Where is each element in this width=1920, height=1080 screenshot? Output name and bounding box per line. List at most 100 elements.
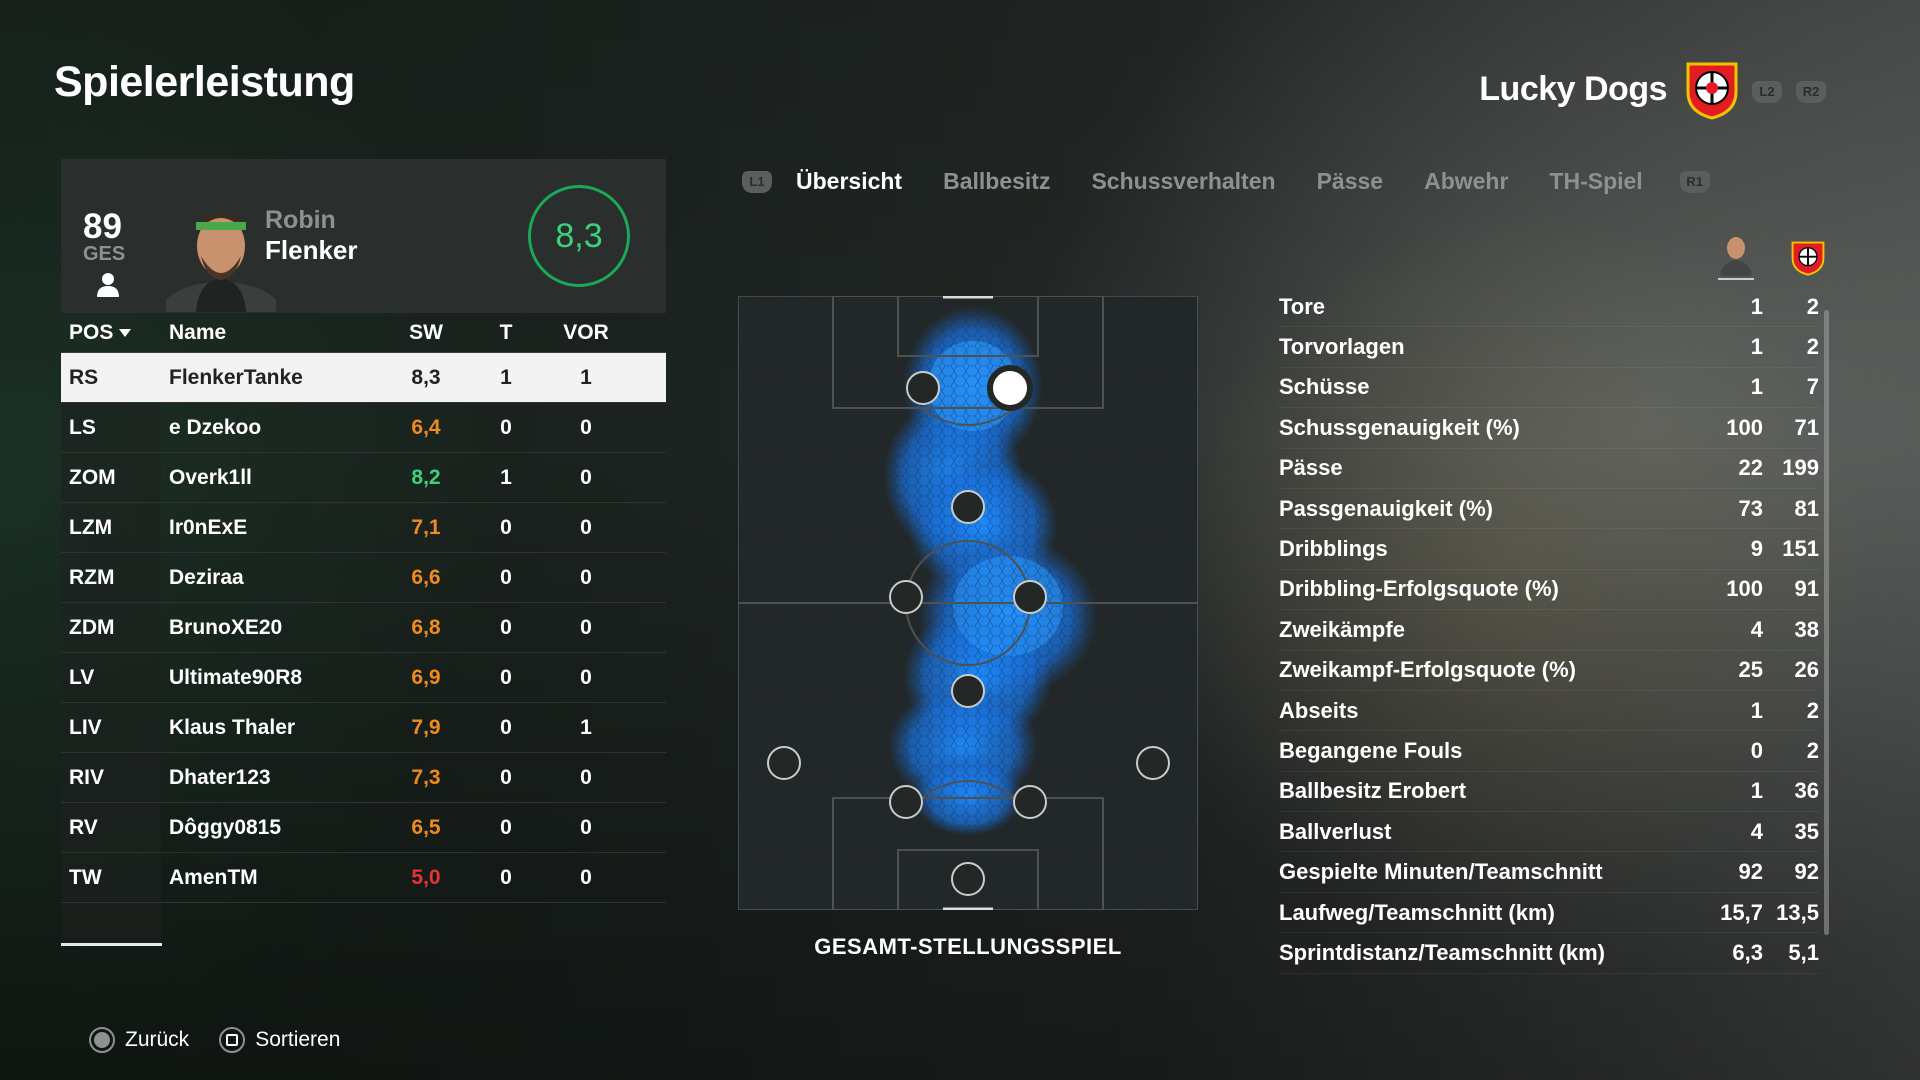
- row-position: LIV: [69, 715, 102, 739]
- row-goals: 0: [500, 615, 512, 639]
- row-rating: 6,5: [411, 815, 441, 839]
- stats-list: Tore 1 2 Torvorlagen 1 2 Schüsse 1 7 Schussgenaui…: [1279, 287, 1819, 974]
- row-assists: 0: [580, 415, 592, 439]
- table-row[interactable]: RZM Deziraa 6,6 0 0: [61, 553, 666, 603]
- row-goals: 1: [500, 365, 512, 389]
- stat-label: Begangene Fouls: [1279, 737, 1463, 763]
- row-assists: 0: [580, 465, 592, 489]
- r2-button-hint[interactable]: R2: [1796, 81, 1826, 103]
- stat-player-value: 0: [1750, 737, 1763, 763]
- row-player-name: Dôggy0815: [169, 815, 282, 839]
- stats-scrollbar[interactable]: [1824, 310, 1829, 935]
- row-player-name: AmenTM: [169, 865, 258, 889]
- row-goals: 1: [500, 465, 512, 489]
- l2-button-hint[interactable]: L2: [1752, 81, 1782, 103]
- player-marker: [951, 862, 985, 896]
- t-column-header[interactable]: T: [466, 321, 546, 345]
- row-position: RIV: [69, 765, 105, 789]
- stat-row: Torvorlagen 1 2: [1279, 327, 1819, 368]
- row-player-name: e Dzekoo: [169, 415, 262, 439]
- row-goals: 0: [500, 865, 512, 889]
- table-row[interactable]: RV Dôggy0815 6,5 0 0: [61, 803, 666, 853]
- pitch-caption: GESAMT-STELLUNGSSPIEL: [814, 934, 1122, 959]
- tab-abwehr[interactable]: Abwehr: [1424, 168, 1508, 195]
- team-name: Lucky Dogs: [1479, 70, 1667, 108]
- vor-column-header[interactable]: VOR: [546, 321, 626, 345]
- name-column-header[interactable]: Name: [161, 321, 386, 345]
- row-goals: 0: [500, 765, 512, 789]
- sort-button[interactable]: Sortieren: [255, 1028, 340, 1052]
- footer-controls: Zurück Sortieren: [89, 1027, 340, 1053]
- player-rating-badge: 8,3: [528, 185, 630, 287]
- row-rating: 6,9: [411, 665, 441, 689]
- tab-paesse[interactable]: Pässe: [1317, 168, 1384, 195]
- stat-label: Pässe: [1279, 455, 1343, 481]
- tab-schussverhalten[interactable]: Schussverhalten: [1091, 168, 1275, 195]
- row-goals: 0: [500, 665, 512, 689]
- stat-row: Zweikämpfe 4 38: [1279, 610, 1819, 651]
- stat-team-value: 36: [1794, 778, 1819, 804]
- stat-label: Laufweg/Teamschnitt (km): [1279, 899, 1555, 925]
- pos-column-header[interactable]: POS: [61, 321, 161, 345]
- stat-player-value: 15,7: [1720, 899, 1763, 925]
- player-marker: [889, 785, 923, 819]
- table-row[interactable]: RS FlenkerTanke 8,3 1 1: [61, 353, 666, 403]
- tab-th-spiel[interactable]: TH-Spiel: [1549, 168, 1642, 195]
- person-icon: [97, 273, 119, 297]
- sw-column-header[interactable]: SW: [386, 321, 466, 345]
- table-row[interactable]: ZOM Overk1ll 8,2 1 0: [61, 453, 666, 503]
- table-row[interactable]: LS e Dzekoo 6,4 0 0: [61, 403, 666, 453]
- stat-label: Ballbesitz Erobert: [1279, 778, 1467, 804]
- row-assists: 1: [580, 365, 592, 389]
- stat-team-value: 81: [1794, 495, 1819, 521]
- row-goals: 0: [500, 515, 512, 539]
- page-title: Spielerleistung: [54, 58, 355, 106]
- row-rating: 8,3: [411, 365, 441, 389]
- row-goals: 0: [500, 715, 512, 739]
- stat-team-value: 13,5: [1776, 899, 1819, 925]
- stat-row: Dribbling-Erfolgsquote (%) 100 91: [1279, 570, 1819, 611]
- r1-button-hint[interactable]: R1: [1679, 170, 1710, 193]
- row-player-name: Overk1ll: [169, 465, 252, 489]
- table-row[interactable]: LIV Klaus Thaler 7,9 0 1: [61, 703, 666, 753]
- stat-player-value: 1: [1750, 334, 1763, 360]
- tab-ballbesitz[interactable]: Ballbesitz: [943, 168, 1050, 195]
- row-assists: 0: [580, 765, 592, 789]
- stat-label: Zweikämpfe: [1279, 616, 1405, 642]
- stat-player-value: 4: [1750, 818, 1763, 844]
- sort-down-icon: [119, 328, 132, 337]
- stat-row: Schüsse 1 7: [1279, 368, 1819, 409]
- row-assists: 0: [580, 665, 592, 689]
- stat-label: Passgenauigkeit (%): [1279, 495, 1493, 521]
- table-row[interactable]: RIV Dhater123 7,3 0 0: [61, 753, 666, 803]
- tab-uebersicht[interactable]: Übersicht: [796, 168, 902, 195]
- player-marker: [1136, 746, 1170, 780]
- row-position: ZDM: [69, 615, 115, 639]
- stat-row: Ballbesitz Erobert 1 36: [1279, 772, 1819, 813]
- back-button[interactable]: Zurück: [125, 1028, 189, 1052]
- row-assists: 1: [580, 715, 592, 739]
- stat-label: Gespielte Minuten/Teamschnitt: [1279, 859, 1603, 885]
- stat-row: Laufweg/Teamschnitt (km) 15,7 13,5: [1279, 893, 1819, 934]
- row-assists: 0: [580, 565, 592, 589]
- row-position: RS: [69, 365, 99, 389]
- row-assists: 0: [580, 865, 592, 889]
- table-row[interactable]: TW AmenTM 5,0 0 0: [61, 853, 666, 903]
- stat-player-value: 6,3: [1732, 939, 1763, 965]
- stat-team-value: 5,1: [1788, 939, 1819, 965]
- stat-label: Ballverlust: [1279, 818, 1392, 844]
- stat-team-value: 38: [1794, 616, 1819, 642]
- table-row[interactable]: LZM Ir0nExE 7,1 0 0: [61, 503, 666, 553]
- stat-team-value: 91: [1794, 576, 1819, 602]
- selected-player-marker: [987, 365, 1033, 411]
- stat-label: Sprintdistanz/Teamschnitt (km): [1279, 939, 1605, 965]
- player-marker: [767, 746, 801, 780]
- table-row[interactable]: ZDM BrunoXE20 6,8 0 0: [61, 603, 666, 653]
- l1-button-hint[interactable]: L1: [742, 170, 772, 193]
- player-marker: [1013, 580, 1047, 614]
- table-row[interactable]: LV Ultimate90R8 6,9 0 0: [61, 653, 666, 703]
- row-position: LZM: [69, 515, 113, 539]
- stat-player-value: 100: [1726, 414, 1763, 440]
- stat-player-value: 92: [1738, 859, 1763, 885]
- stat-label: Dribbling-Erfolgsquote (%): [1279, 576, 1559, 602]
